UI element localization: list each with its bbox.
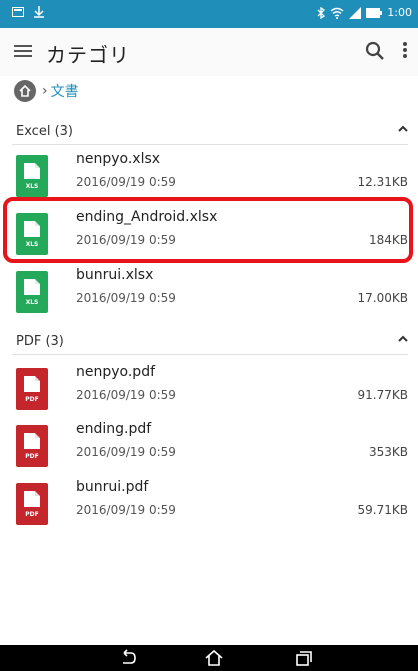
chevron-up-icon[interactable] — [396, 122, 410, 136]
section-header-excel[interactable]: Excel (3) — [0, 120, 418, 144]
file-date: 2016/09/19 0:59 — [76, 503, 176, 517]
pdf-file-icon: PDF — [16, 425, 48, 467]
wifi-icon — [330, 7, 344, 19]
download-icon — [34, 6, 44, 18]
breadcrumb: › 文書 — [14, 78, 79, 104]
status-time: 1:00 — [387, 6, 412, 19]
navigation-bar — [0, 645, 418, 671]
signal-icon — [349, 6, 362, 19]
search-icon[interactable] — [364, 40, 386, 62]
back-icon[interactable] — [118, 649, 138, 667]
menu-icon[interactable] — [14, 42, 32, 62]
pdf-file-icon: PDF — [16, 483, 48, 525]
file-row[interactable]: PDF bunrui.pdf 2016/09/19 0:59 59.71KB — [0, 479, 418, 535]
section-label: Excel (3) — [16, 124, 73, 139]
breadcrumb-current[interactable]: 文書 — [51, 81, 79, 101]
file-size: 91.77KB — [357, 388, 408, 402]
file-size: 12.31KB — [357, 175, 408, 189]
file-name: nenpyo.xlsx — [76, 151, 161, 167]
file-row[interactable]: XLS bunrui.xlsx 2016/09/19 0:59 17.00KB — [0, 267, 418, 323]
bluetooth-icon — [317, 6, 326, 19]
divider — [12, 354, 408, 355]
xls-file-icon: XLS — [16, 213, 48, 255]
file-size: 184KB — [368, 233, 408, 247]
screenshot-icon — [12, 7, 24, 17]
file-name: nenpyo.pdf — [76, 364, 156, 380]
file-date: 2016/09/19 0:59 — [76, 233, 176, 247]
file-name: bunrui.pdf — [76, 479, 149, 495]
battery-icon — [366, 7, 383, 18]
file-row[interactable]: PDF ending.pdf 2016/09/19 0:59 353KB — [0, 421, 418, 477]
file-date: 2016/09/19 0:59 — [76, 291, 176, 305]
recent-apps-icon[interactable] — [292, 649, 312, 667]
section-label: PDF (3) — [16, 334, 64, 349]
file-date: 2016/09/19 0:59 — [76, 445, 176, 459]
section-header-pdf[interactable]: PDF (3) — [0, 330, 418, 354]
page-title: カテゴリ — [46, 43, 130, 67]
file-size: 353KB — [368, 445, 408, 459]
file-name: ending.pdf — [76, 421, 152, 437]
chevron-up-icon[interactable] — [396, 332, 410, 346]
xls-file-icon: XLS — [16, 155, 48, 197]
file-date: 2016/09/19 0:59 — [76, 175, 176, 189]
divider — [12, 144, 408, 145]
file-date: 2016/09/19 0:59 — [76, 388, 176, 402]
app-bar: カテゴリ — [0, 28, 418, 76]
home-icon[interactable] — [204, 649, 224, 667]
file-name: bunrui.xlsx — [76, 267, 154, 283]
file-name: ending_Android.xlsx — [76, 209, 218, 225]
xls-file-icon: XLS — [16, 271, 48, 313]
file-size: 59.71KB — [357, 503, 408, 517]
file-size: 17.00KB — [357, 291, 408, 305]
chevron-right-icon: › — [42, 83, 48, 99]
home-icon[interactable] — [14, 80, 36, 102]
status-bar: 1:00 — [0, 0, 418, 28]
file-row[interactable]: PDF nenpyo.pdf 2016/09/19 0:59 91.77KB — [0, 364, 418, 420]
overflow-menu-icon[interactable] — [400, 40, 410, 62]
pdf-file-icon: PDF — [16, 368, 48, 410]
file-row[interactable]: XLS nenpyo.xlsx 2016/09/19 0:59 12.31KB — [0, 151, 418, 207]
file-row[interactable]: XLS ending_Android.xlsx 2016/09/19 0:59 … — [0, 209, 418, 265]
